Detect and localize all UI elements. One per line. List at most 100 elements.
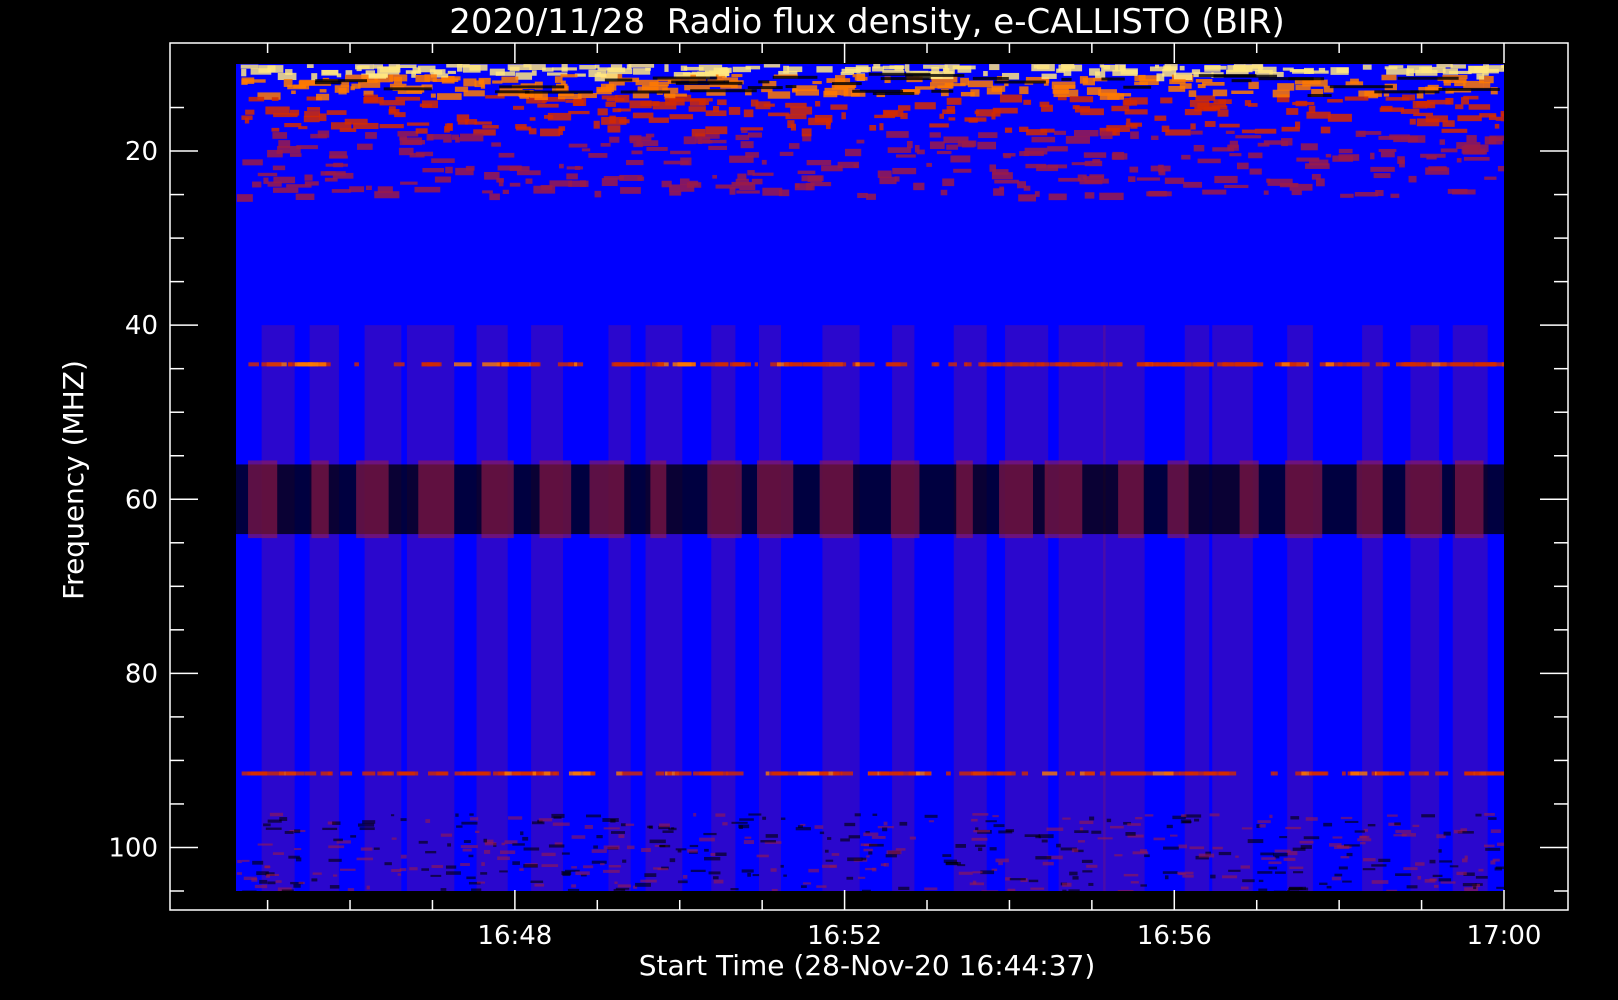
bottom-band-speckle (1062, 817, 1071, 820)
rfi-speckle (1330, 67, 1349, 75)
rfi-speckle (1071, 162, 1091, 166)
bottom-band-speckle (1274, 871, 1286, 874)
rfi-speckle (399, 137, 423, 146)
rfi-speckle (459, 133, 484, 142)
interference-stripe (531, 325, 564, 891)
bottom-band-speckle (1258, 879, 1264, 883)
rfi-speckle (1188, 90, 1197, 97)
bottom-band-speckle (294, 829, 301, 834)
bottom-band-speckle (1178, 873, 1186, 876)
rfi-speckle (250, 68, 272, 75)
rfi-speckle (1338, 154, 1360, 161)
rfi-speckle (271, 127, 280, 132)
rfi-speckle (991, 112, 996, 120)
bottom-band-speckle (295, 857, 302, 862)
rfi-speckle (609, 115, 616, 124)
bottom-band-speckle (909, 836, 916, 840)
rfi-speckle (974, 110, 980, 115)
rfi-speckle (736, 190, 760, 194)
rfi-dark-streak (1123, 85, 1152, 89)
bottom-band-speckle (1438, 849, 1442, 853)
bottom-band-speckle (241, 859, 250, 862)
rfi-line-segment (327, 771, 332, 776)
rfi-speckle (1463, 156, 1490, 161)
rfi-speckle (588, 69, 607, 78)
rfi-line-segment (557, 362, 574, 367)
rfi-speckle (960, 77, 969, 86)
bottom-band-speckle (596, 835, 603, 839)
bottom-band-speckle (1257, 871, 1273, 874)
bottom-band-speckle (445, 871, 461, 875)
rfi-speckle (1080, 108, 1104, 116)
rfi-speckle (1456, 158, 1462, 163)
bottom-band-speckle (762, 816, 767, 820)
rfi-dark-streak (1213, 74, 1278, 78)
rfi-line-segment (436, 771, 448, 776)
rfi-speckle (350, 86, 355, 91)
bottom-band-speckle (251, 877, 258, 882)
rfi-speckle (646, 146, 668, 151)
rfi-speckle (296, 145, 318, 150)
rfi-speckle (324, 177, 338, 182)
rfi-speckle (236, 194, 253, 202)
rfi-speckle (1058, 177, 1081, 182)
rfi-speckle (1195, 95, 1216, 101)
bottom-band-speckle (1490, 829, 1501, 833)
rfi-line-segment (725, 771, 744, 776)
bottom-band-speckle (430, 874, 442, 877)
rfi-line-segment (1350, 771, 1360, 776)
interference-stripe (1005, 325, 1049, 891)
rfi-speckle (424, 74, 437, 82)
bottom-band-speckle (455, 813, 459, 817)
rfi-speckle (605, 101, 616, 107)
rfi-speckle (629, 100, 652, 109)
rfi-line-segment (304, 771, 317, 776)
rfi-speckle (1225, 130, 1235, 134)
bottom-band-speckle (1081, 859, 1093, 863)
bottom-band-speckle (267, 819, 282, 823)
rfi-speckle (950, 155, 971, 163)
rfi-speckle (994, 179, 1019, 184)
rfi-line-segment (340, 771, 353, 776)
interference-stripe (1103, 325, 1145, 891)
bottom-band-speckle (1421, 814, 1436, 818)
rfi-speckle (914, 145, 920, 153)
rfi-speckle (728, 106, 741, 115)
rfi-line-segment (1084, 771, 1095, 776)
rfi-speckle (991, 172, 1013, 180)
rfi-dark-streak (524, 90, 593, 94)
bottom-band-speckle (460, 863, 470, 866)
rfi-speckle (1412, 100, 1428, 109)
rfi-speckle (272, 187, 299, 193)
rfi-speckle (457, 120, 468, 125)
rfi-line-segment (893, 771, 904, 776)
bottom-band-speckle (1086, 864, 1098, 868)
rfi-speckle (516, 170, 541, 176)
bottom-band-speckle (328, 858, 342, 862)
rfi-line-segment (1042, 771, 1058, 776)
rfi-line-segment (754, 362, 759, 367)
dark-band-stripe (589, 460, 625, 539)
rfi-speckle (895, 154, 916, 158)
rfi-line-segment (572, 771, 591, 776)
rfi-speckle (1327, 99, 1343, 103)
dark-band-stripe (1356, 460, 1383, 539)
rfi-speckle (525, 178, 533, 184)
rfi-speckle (1224, 184, 1249, 189)
rfi-speckle (1338, 148, 1353, 154)
x-tick-label: 16:56 (1137, 921, 1212, 951)
rfi-speckle (278, 140, 291, 148)
bottom-band-speckle (1139, 849, 1148, 853)
rfi-speckle (286, 184, 312, 188)
bottom-band-speckle (463, 840, 471, 843)
rfi-speckle (568, 143, 588, 148)
bottom-band-speckle (311, 878, 318, 882)
bottom-band-speckle (1346, 852, 1353, 857)
rfi-speckle (480, 83, 486, 89)
rfi-speckle (705, 126, 728, 135)
rfi-speckle (968, 117, 978, 123)
rfi-speckle (559, 163, 564, 169)
bottom-band-speckle (662, 830, 674, 833)
rfi-speckle (1089, 68, 1100, 76)
rfi-line-segment (674, 771, 692, 776)
